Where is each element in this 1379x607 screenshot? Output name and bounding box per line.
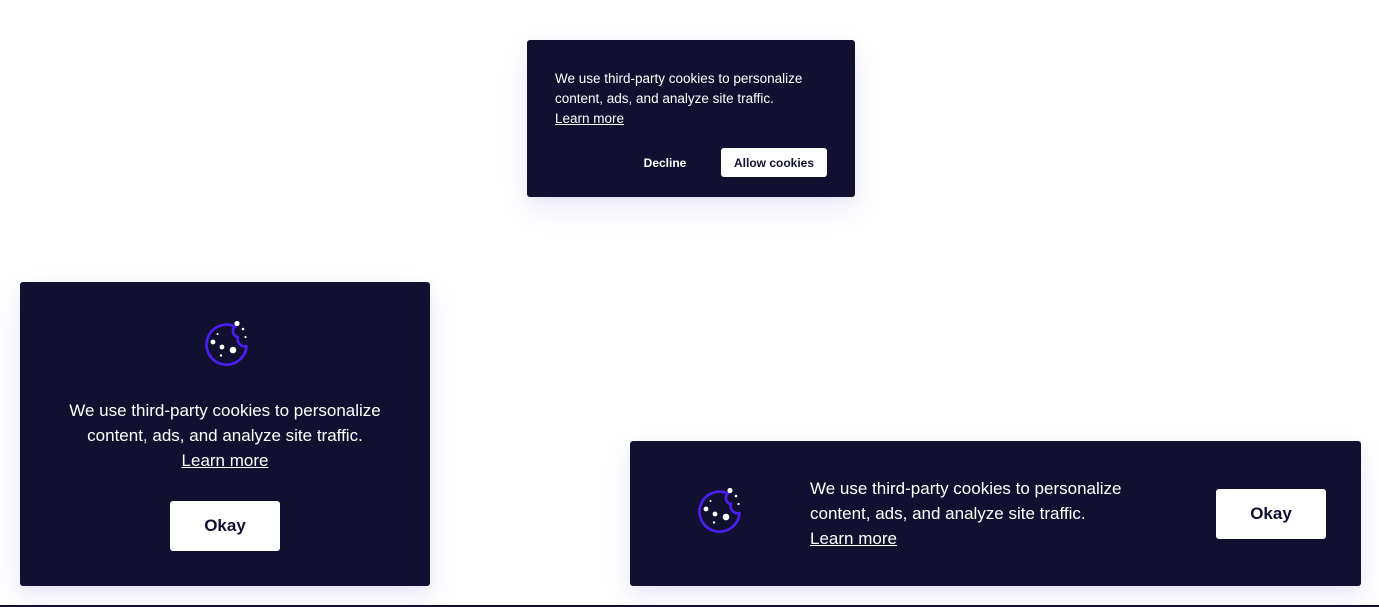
okay-button[interactable]: Okay [170, 501, 280, 551]
okay-button[interactable]: Okay [1216, 489, 1326, 539]
cookie-banner-compact: We use third-party cookies to personaliz… [527, 40, 855, 197]
learn-more-link[interactable]: Learn more [555, 111, 624, 126]
cookie-card-centered: We use third-party cookies to personaliz… [20, 282, 430, 586]
cookie-message: We use third-party cookies to personaliz… [69, 401, 381, 445]
decline-button[interactable]: Decline [615, 148, 715, 177]
cookie-actions: Decline Allow cookies [527, 148, 827, 177]
cookie-message: We use third-party cookies to personaliz… [555, 71, 803, 106]
allow-cookies-button[interactable]: Allow cookies [721, 148, 827, 177]
learn-more-link[interactable]: Learn more [182, 451, 269, 470]
cookie-message-container: We use third-party cookies to personaliz… [555, 69, 835, 129]
learn-more-link[interactable]: Learn more [810, 529, 897, 548]
cookie-message-container: We use third-party cookies to personaliz… [20, 398, 430, 473]
cookie-banner-horizontal: We use third-party cookies to personaliz… [630, 441, 1361, 586]
cookie-message-container: We use third-party cookies to personaliz… [810, 476, 1140, 551]
cookie-message: We use third-party cookies to personaliz… [810, 479, 1122, 523]
cookie-icon [694, 487, 742, 535]
cookie-icon [201, 320, 249, 368]
